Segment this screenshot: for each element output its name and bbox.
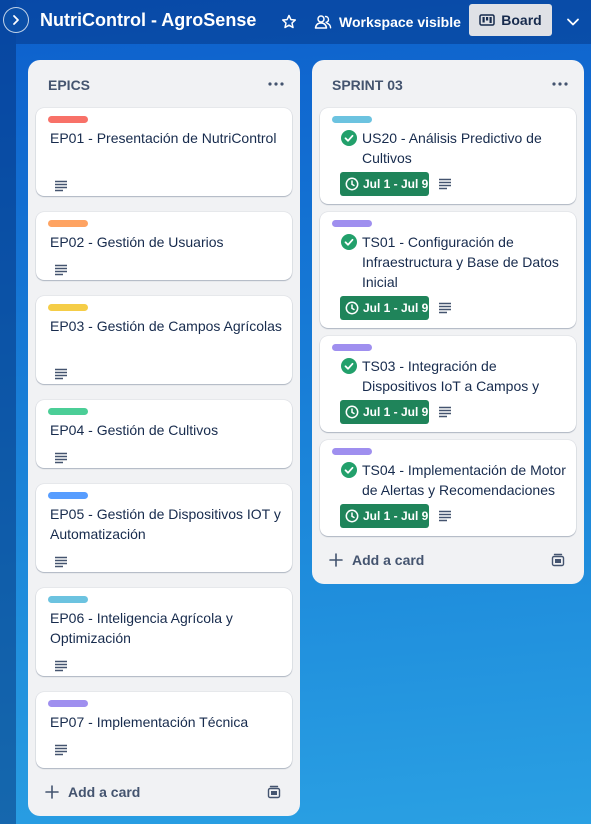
clock-icon <box>345 177 359 191</box>
due-date-text: Jul 1 - Jul 9 <box>363 301 429 315</box>
card-ts03[interactable]: TS03 - Integración de Dispositivos IoT a… <box>320 336 576 432</box>
list-header: SPRINT 03 <box>312 60 584 108</box>
description-lines-icon <box>55 556 67 568</box>
card-title: TS01 - Configuración de Infraestructura … <box>362 234 559 290</box>
description-lines-icon <box>55 744 67 756</box>
card-label[interactable] <box>48 116 88 123</box>
description-lines-icon <box>439 406 451 418</box>
card-label[interactable] <box>48 596 88 603</box>
more-horizontal-icon <box>552 82 568 86</box>
expand-sidebar-button[interactable] <box>3 7 29 33</box>
card-title: EP07 - Implementación Técnica <box>50 714 249 730</box>
description-lines-icon <box>55 180 67 192</box>
board-icon <box>479 14 496 26</box>
card-title: EP06 - Inteligencia Agrícola y Optimizac… <box>50 610 233 646</box>
list-sprint-03: SPRINT 03 US20 - Análisis Predictivo de … <box>312 60 584 584</box>
card-label[interactable] <box>332 344 372 351</box>
card-ep02[interactable]: EP02 - Gestión de Usuarios <box>36 212 292 280</box>
left-sidebar-rail <box>0 0 16 824</box>
check-circle-icon[interactable] <box>341 234 357 250</box>
people-icon <box>314 15 332 29</box>
board-view-button[interactable]: Board <box>469 4 552 36</box>
check-circle-icon[interactable] <box>341 358 357 374</box>
card-label[interactable] <box>48 220 88 227</box>
add-card-button[interactable]: Add a card <box>320 544 576 576</box>
star-board-button[interactable] <box>278 11 300 33</box>
card-title: EP01 - Presentación de NutriControl <box>50 130 277 146</box>
card-label[interactable] <box>48 304 88 311</box>
chevron-right-icon <box>13 15 19 25</box>
description-lines-icon <box>55 452 67 464</box>
description-lines-icon <box>439 178 451 190</box>
due-date-text: Jul 1 - Jul 9 <box>363 177 429 191</box>
list-actions-button[interactable] <box>264 72 288 96</box>
description-lines-icon <box>55 368 67 380</box>
card-title: EP05 - Gestión de Dispositivos IOT y Aut… <box>50 506 281 542</box>
card-ep06[interactable]: EP06 - Inteligencia Agrícola y Optimizac… <box>36 588 292 676</box>
add-card-label: Add a card <box>352 552 425 568</box>
list-title[interactable]: SPRINT 03 <box>332 77 403 93</box>
list-epics: EPICS EP01 - Presentación de NutriContro… <box>28 60 300 816</box>
card-ts04[interactable]: TS04 - Implementación de Motor de Alerta… <box>320 440 576 536</box>
card-title: EP02 - Gestión de Usuarios <box>50 234 224 250</box>
clock-icon <box>345 405 359 419</box>
visibility-button[interactable]: Workspace visible <box>314 9 461 35</box>
due-date-badge[interactable]: Jul 1 - Jul 9 <box>340 296 429 320</box>
card-label[interactable] <box>332 448 372 455</box>
star-icon <box>281 14 297 29</box>
view-switcher-button[interactable] <box>562 11 584 33</box>
list-title[interactable]: EPICS <box>48 77 90 93</box>
board-header: NutriControl - AgroSense Workspace visib… <box>16 0 591 44</box>
clock-icon <box>345 509 359 523</box>
check-circle-icon[interactable] <box>341 130 357 146</box>
due-date-badge[interactable]: Jul 1 - Jul 9 <box>340 504 429 528</box>
card-label[interactable] <box>48 408 88 415</box>
add-card-button[interactable]: Add a card <box>36 776 292 808</box>
board-view-label: Board <box>501 12 542 28</box>
card-title: EP03 - Gestión de Campos Agrícolas <box>50 318 282 334</box>
card-ep03[interactable]: EP03 - Gestión de Campos Agrícolas <box>36 296 292 384</box>
description-lines-icon <box>55 264 67 276</box>
card-title: US20 - Análisis Predictivo de Cultivos <box>362 130 542 166</box>
card-title: EP04 - Gestión de Cultivos <box>50 422 219 438</box>
plus-icon <box>329 553 343 567</box>
board-title[interactable]: NutriControl - AgroSense <box>40 10 256 31</box>
due-date-text: Jul 1 - Jul 9 <box>363 509 429 523</box>
card-ep04[interactable]: EP04 - Gestión de Cultivos <box>36 400 292 468</box>
check-circle-icon[interactable] <box>341 462 357 478</box>
card-label[interactable] <box>332 220 372 227</box>
due-date-badge[interactable]: Jul 1 - Jul 9 <box>340 172 429 196</box>
card-ep05[interactable]: EP05 - Gestión de Dispositivos IOT y Aut… <box>36 484 292 572</box>
card-template-icon[interactable] <box>550 552 566 568</box>
description-lines-icon <box>439 510 451 522</box>
card-label[interactable] <box>332 116 372 123</box>
more-horizontal-icon <box>268 82 284 86</box>
card-us20[interactable]: US20 - Análisis Predictivo de Cultivos J… <box>320 108 576 204</box>
card-label[interactable] <box>48 700 88 707</box>
description-lines-icon <box>439 302 451 314</box>
card-ts01[interactable]: TS01 - Configuración de Infraestructura … <box>320 212 576 328</box>
plus-icon <box>45 785 59 799</box>
due-date-text: Jul 1 - Jul 9 <box>363 405 429 419</box>
due-date-badge[interactable]: Jul 1 - Jul 9 <box>340 400 429 424</box>
clock-icon <box>345 301 359 315</box>
card-label[interactable] <box>48 492 88 499</box>
add-card-label: Add a card <box>68 784 141 800</box>
list-header: EPICS <box>28 60 300 108</box>
card-title: TS04 - Implementación de Motor de Alerta… <box>362 462 566 498</box>
chevron-down-icon <box>567 18 579 26</box>
list-actions-button[interactable] <box>548 72 572 96</box>
card-ep07[interactable]: EP07 - Implementación Técnica <box>36 692 292 768</box>
description-lines-icon <box>55 660 67 672</box>
card-ep01[interactable]: EP01 - Presentación de NutriControl <box>36 108 292 196</box>
card-template-icon[interactable] <box>266 784 282 800</box>
visibility-label: Workspace visible <box>339 14 461 30</box>
